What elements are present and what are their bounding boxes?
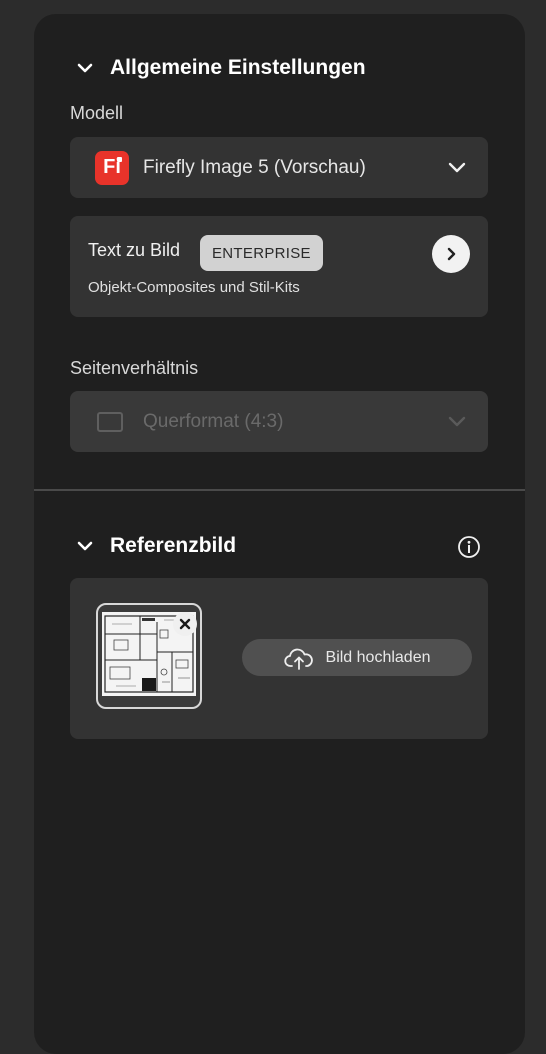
aspect-ratio-label: Seitenverhältnis <box>70 358 199 378</box>
generation-mode-card[interactable]: Text zu Bild ENTERPRISE Objekt-Composite… <box>70 216 488 317</box>
mode-subtitle: Objekt-Composites und Stil-Kits <box>88 279 300 296</box>
section-divider <box>34 489 525 491</box>
settings-panel: Allgemeine Einstellungen Modell Fi Firef… <box>34 14 525 1054</box>
mode-title: Text zu Bild <box>88 240 181 260</box>
model-name: Firefly Image 5 (Vorschau) <box>143 156 366 178</box>
remove-reference-button[interactable] <box>173 612 197 636</box>
info-icon[interactable] <box>457 535 481 559</box>
reference-image-card: Bild hochladen <box>70 578 488 739</box>
enterprise-badge: ENTERPRISE <box>200 235 323 271</box>
aspect-ratio-value: Querformat (4:3) <box>143 410 284 432</box>
reference-image-title: Referenzbild <box>110 534 237 557</box>
reference-image-header[interactable]: Referenzbild <box>74 534 236 558</box>
aspect-ratio-select[interactable]: Querformat (4:3) <box>70 391 488 452</box>
landscape-ratio-icon <box>97 411 123 432</box>
chevron-right-icon <box>447 247 456 261</box>
chevron-down-icon[interactable] <box>446 411 468 433</box>
general-settings-header[interactable]: Allgemeine Einstellungen <box>74 56 366 80</box>
close-icon <box>179 618 191 630</box>
cloud-upload-icon <box>283 648 313 670</box>
upload-image-label: Bild hochladen <box>325 648 431 666</box>
upload-image-button[interactable]: Bild hochladen <box>242 639 472 676</box>
chevron-down-icon[interactable] <box>74 535 96 557</box>
firefly-logo: Fi <box>95 150 129 185</box>
model-select[interactable]: Fi Firefly Image 5 (Vorschau) <box>70 137 488 198</box>
chevron-down-icon[interactable] <box>74 57 96 79</box>
general-settings-title: Allgemeine Einstellungen <box>110 56 366 79</box>
model-label: Modell <box>70 103 124 123</box>
chevron-down-icon[interactable] <box>446 157 468 179</box>
mode-next-button[interactable] <box>432 235 470 273</box>
